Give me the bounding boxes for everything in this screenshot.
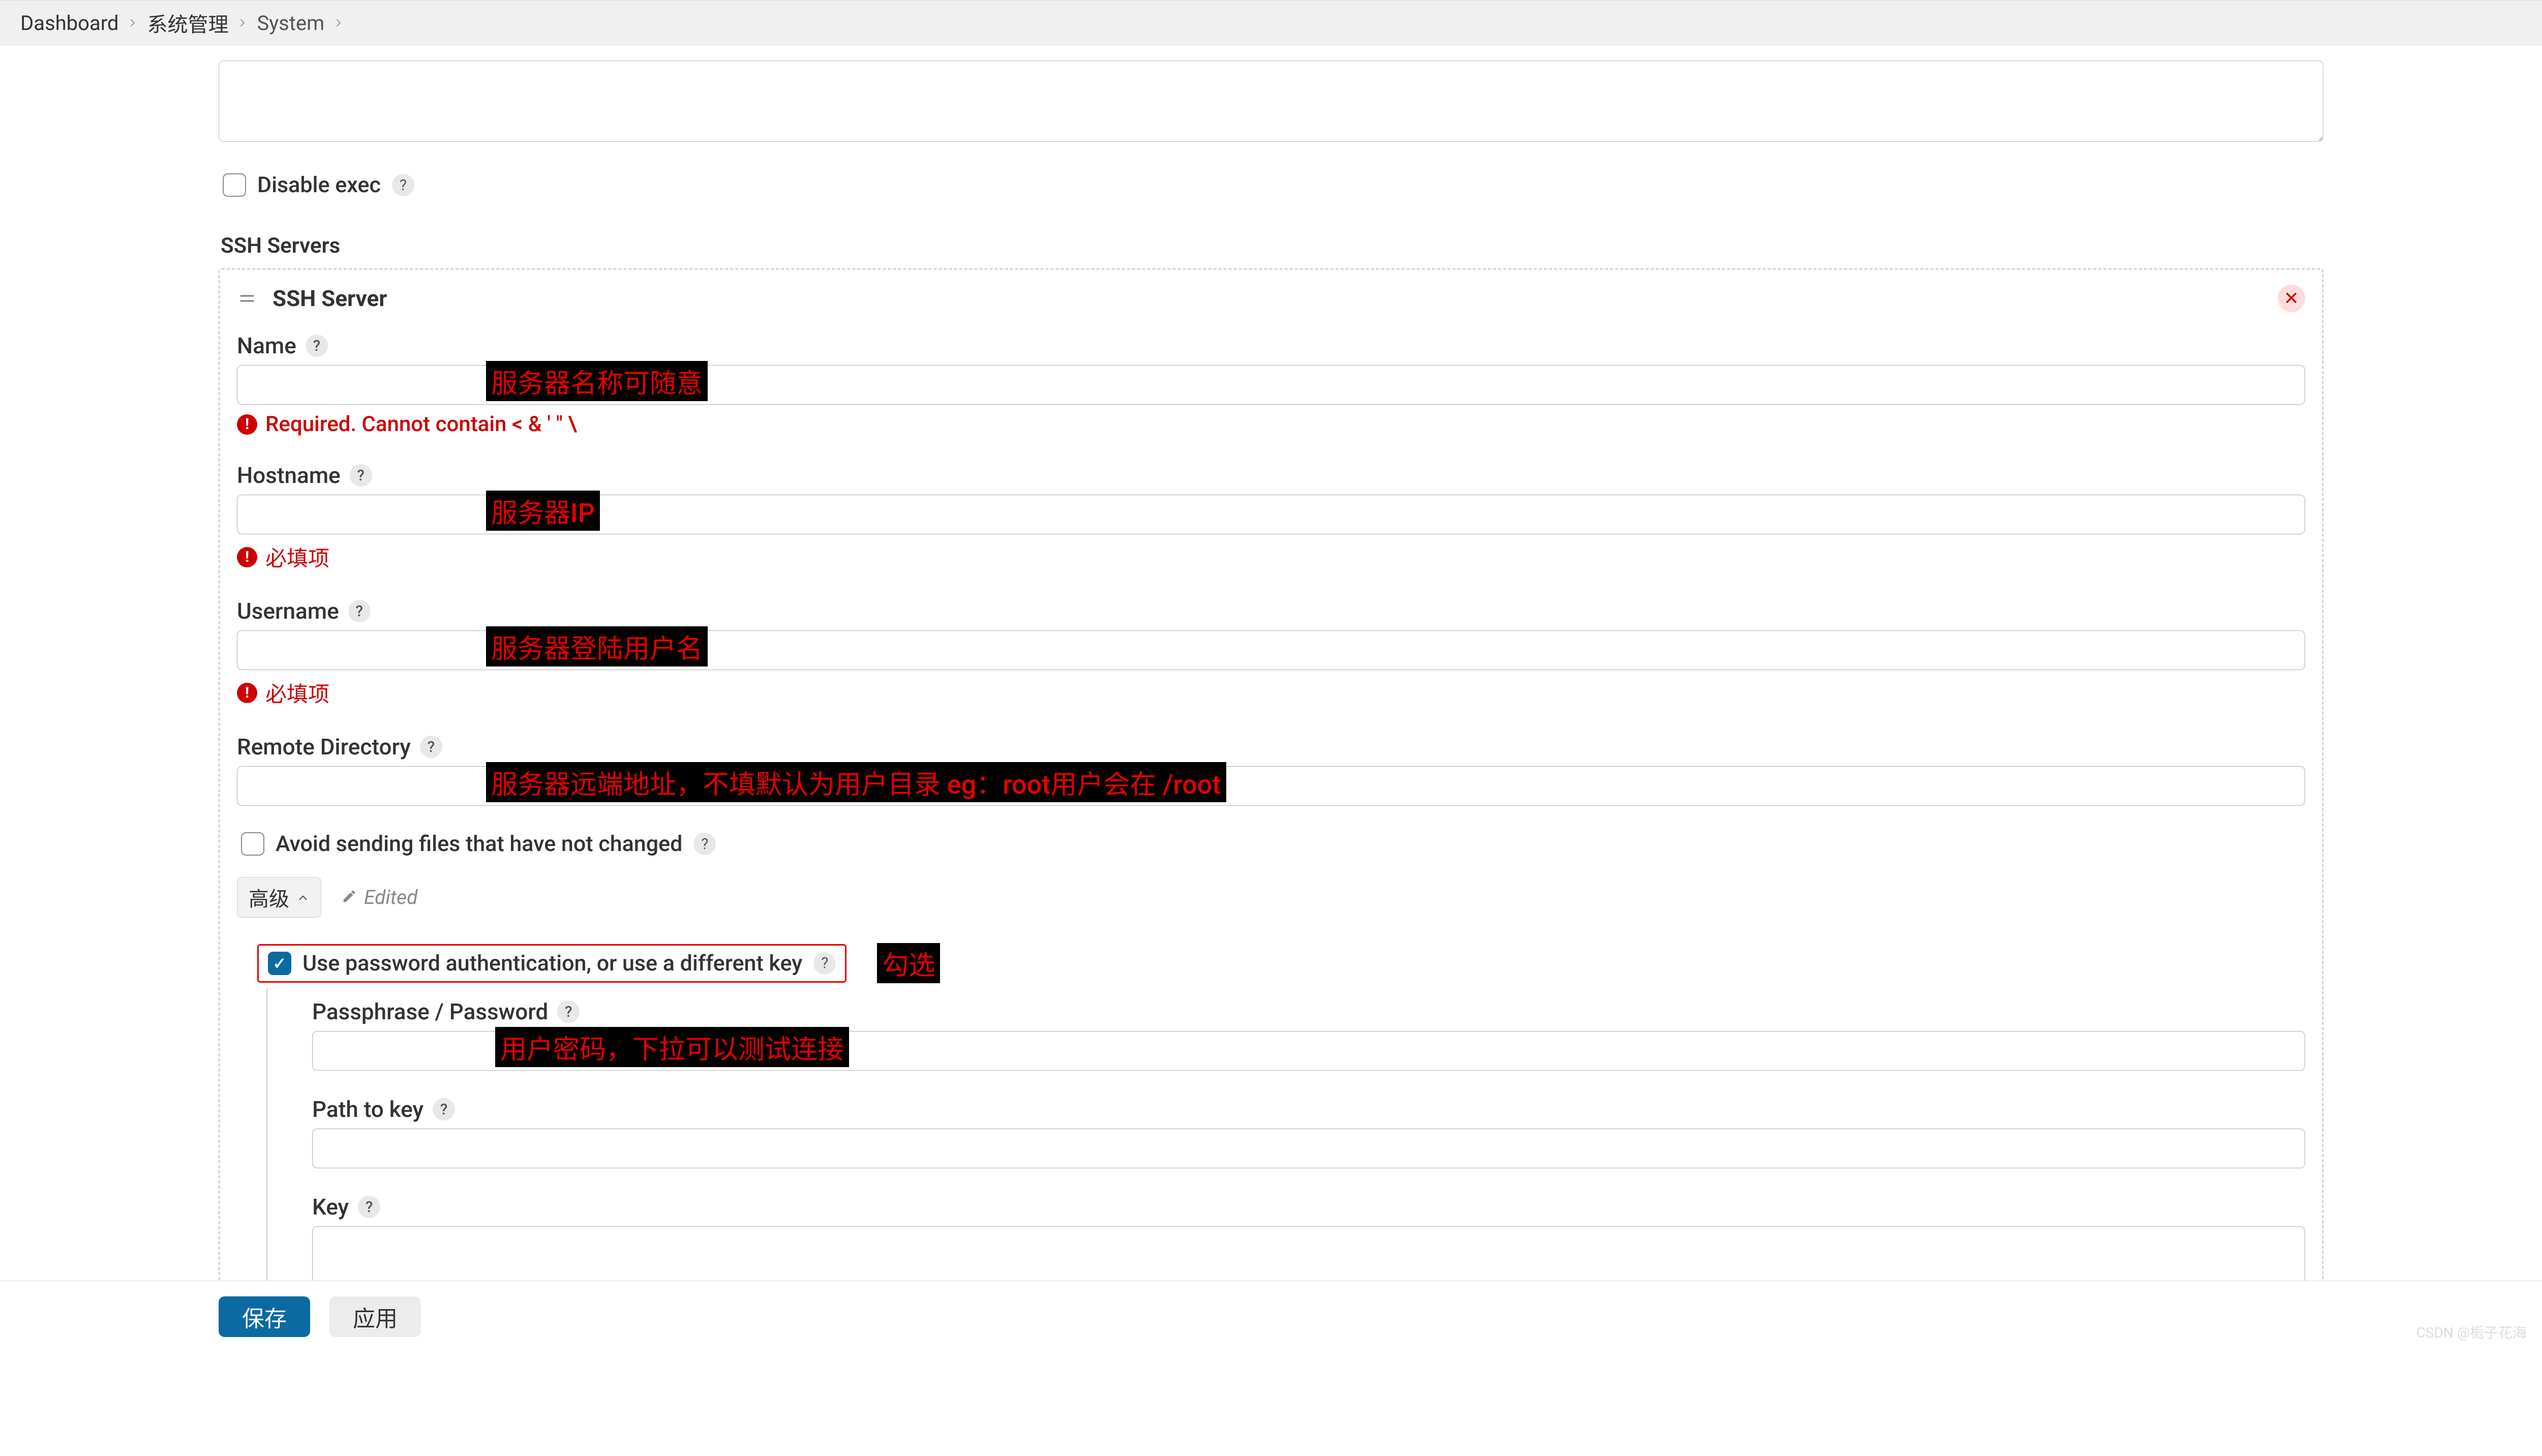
pencil-icon bbox=[342, 886, 357, 909]
help-icon[interactable]: ? bbox=[350, 464, 372, 487]
annotation-use-password: 勾选 bbox=[877, 943, 940, 983]
hostname-input[interactable] bbox=[237, 495, 2305, 534]
username-error: 必填项 bbox=[265, 677, 329, 708]
advanced-toggle[interactable]: 高级 bbox=[237, 877, 321, 918]
disable-exec-label: Disable exec bbox=[257, 172, 381, 198]
remote-dir-label: Remote Directory bbox=[237, 734, 411, 760]
username-label: Username bbox=[237, 598, 339, 624]
advanced-label: 高级 bbox=[249, 883, 289, 912]
field-remote-dir: Remote Directory ? 服务器远端地址，不填默认为用户目录 eg：… bbox=[237, 734, 2305, 806]
chevron-right-icon bbox=[332, 17, 345, 29]
disable-exec-checkbox[interactable] bbox=[223, 173, 246, 197]
edited-label: Edited bbox=[364, 886, 417, 909]
chevron-up-icon bbox=[296, 886, 310, 909]
error-icon: ! bbox=[237, 414, 257, 435]
breadcrumb-item-system-mgmt[interactable]: 系统管理 bbox=[147, 8, 228, 38]
watermark: CSDN @栀子花海 bbox=[2416, 1322, 2527, 1342]
edited-indicator: Edited bbox=[342, 886, 417, 909]
path-to-key-label: Path to key bbox=[312, 1096, 423, 1123]
help-icon[interactable]: ? bbox=[557, 1000, 580, 1023]
use-password-checkbox[interactable] bbox=[268, 952, 291, 975]
advanced-section: Use password authentication, or use a di… bbox=[257, 943, 2305, 1323]
help-icon[interactable]: ? bbox=[433, 1098, 455, 1120]
error-icon: ! bbox=[237, 547, 257, 567]
chevron-right-icon bbox=[236, 17, 249, 29]
footer-bar: 保存 应用 bbox=[0, 1281, 2542, 1352]
name-input[interactable] bbox=[237, 365, 2305, 405]
field-hostname: Hostname ? 服务器IP ! 必填项 bbox=[237, 462, 2305, 572]
help-icon[interactable]: ? bbox=[348, 600, 371, 622]
chevron-right-icon bbox=[127, 17, 139, 29]
help-icon[interactable]: ? bbox=[358, 1196, 380, 1218]
path-to-key-input[interactable] bbox=[312, 1129, 2305, 1168]
drag-handle-icon[interactable] bbox=[237, 288, 257, 309]
avoid-sending-checkbox[interactable] bbox=[241, 832, 264, 856]
name-error: Required. Cannot contain < & ' " \ bbox=[265, 412, 577, 437]
breadcrumb-item-system[interactable]: System bbox=[257, 11, 324, 35]
avoid-sending-label: Avoid sending files that have not change… bbox=[276, 831, 682, 857]
help-icon[interactable]: ? bbox=[693, 833, 716, 855]
remove-server-button[interactable]: ✕ bbox=[2278, 285, 2305, 312]
save-button[interactable]: 保存 bbox=[219, 1296, 310, 1337]
breadcrumb: Dashboard 系统管理 System bbox=[0, 1, 2542, 45]
name-label: Name bbox=[237, 332, 296, 359]
username-input[interactable] bbox=[237, 630, 2305, 670]
field-passphrase: Passphrase / Password ? 用户密码，下拉可以测试连接 bbox=[312, 998, 2305, 1071]
help-icon[interactable]: ? bbox=[813, 952, 836, 975]
ssh-server-box: SSH Server ✕ Name ? 服务器名称可随意 ! Required.… bbox=[219, 268, 2323, 1344]
use-password-label: Use password authentication, or use a di… bbox=[302, 951, 802, 976]
breadcrumb-item-dashboard[interactable]: Dashboard bbox=[20, 11, 118, 35]
top-textarea[interactable] bbox=[219, 60, 2323, 142]
error-icon: ! bbox=[237, 683, 257, 703]
key-label: Key bbox=[312, 1194, 349, 1220]
help-icon[interactable]: ? bbox=[420, 736, 442, 758]
remote-dir-input[interactable] bbox=[237, 766, 2305, 806]
apply-button[interactable]: 应用 bbox=[329, 1296, 421, 1337]
hostname-label: Hostname bbox=[237, 462, 341, 489]
help-icon[interactable]: ? bbox=[306, 335, 328, 357]
help-icon[interactable]: ? bbox=[392, 174, 414, 196]
field-username: Username ? 服务器登陆用户名 ! 必填项 bbox=[237, 598, 2305, 708]
field-path-to-key: Path to key ? bbox=[312, 1096, 2305, 1168]
passphrase-label: Passphrase / Password bbox=[312, 998, 548, 1025]
main-content: Disable exec ? SSH Servers SSH Server ✕ … bbox=[0, 45, 2542, 1456]
ssh-server-header: SSH Server bbox=[273, 285, 2262, 312]
field-name: Name ? 服务器名称可随意 ! Required. Cannot conta… bbox=[237, 332, 2305, 437]
ssh-servers-title: SSH Servers bbox=[221, 233, 2323, 258]
passphrase-input[interactable] bbox=[312, 1031, 2305, 1071]
hostname-error: 必填项 bbox=[265, 541, 329, 572]
